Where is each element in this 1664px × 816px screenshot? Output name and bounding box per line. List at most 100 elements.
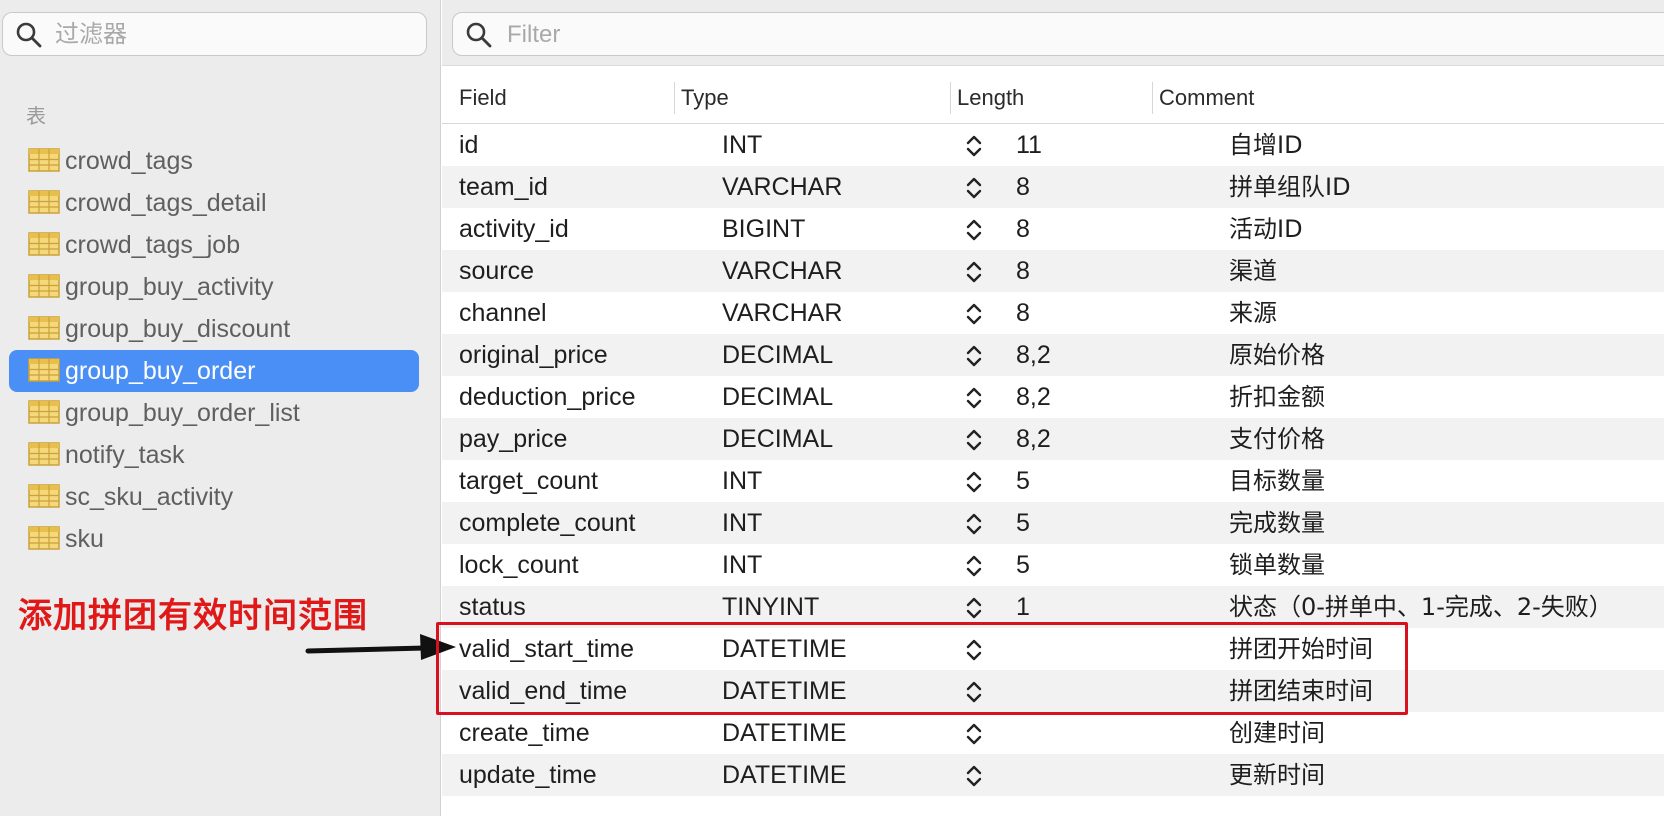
type-cell[interactable]: INT bbox=[722, 544, 762, 586]
type-cell[interactable]: DATETIME bbox=[722, 712, 847, 754]
table-row[interactable]: channel VARCHAR 8 来源 bbox=[442, 292, 1664, 334]
sidebar-table-item[interactable]: sc_sku_activity bbox=[9, 476, 419, 518]
field-name-cell[interactable]: activity_id bbox=[459, 208, 569, 250]
type-select-chevrons-icon[interactable] bbox=[966, 427, 982, 453]
table-row[interactable]: id INT 11 自增ID bbox=[442, 124, 1664, 166]
type-cell[interactable]: VARCHAR bbox=[722, 292, 842, 334]
comment-cell[interactable]: 创建时间 bbox=[1229, 712, 1325, 754]
sidebar-table-name: sc_sku_activity bbox=[65, 483, 234, 511]
table-row[interactable]: source VARCHAR 8 渠道 bbox=[442, 250, 1664, 292]
comment-cell[interactable]: 更新时间 bbox=[1229, 754, 1325, 796]
type-select-chevrons-icon[interactable] bbox=[966, 301, 982, 327]
comment-cell[interactable]: 渠道 bbox=[1229, 250, 1277, 292]
main-filter-field[interactable]: Filter bbox=[452, 12, 1664, 56]
type-cell[interactable]: INT bbox=[722, 460, 762, 502]
length-cell[interactable]: 5 bbox=[1016, 502, 1030, 544]
sidebar-table-item[interactable]: crowd_tags_job bbox=[9, 224, 419, 266]
type-select-chevrons-icon[interactable] bbox=[966, 763, 982, 789]
table-icon bbox=[28, 442, 60, 466]
column-divider[interactable] bbox=[674, 82, 675, 114]
type-select-chevrons-icon[interactable] bbox=[966, 259, 982, 285]
type-cell[interactable]: DECIMAL bbox=[722, 418, 833, 460]
field-name-cell[interactable]: target_count bbox=[459, 460, 598, 502]
type-cell[interactable]: INT bbox=[722, 502, 762, 544]
field-name-cell[interactable]: pay_price bbox=[459, 418, 567, 460]
field-name-cell[interactable]: lock_count bbox=[459, 544, 579, 586]
column-header-comment[interactable]: Comment bbox=[1159, 72, 1254, 124]
type-cell[interactable]: DECIMAL bbox=[722, 376, 833, 418]
field-name-cell[interactable]: complete_count bbox=[459, 502, 636, 544]
field-name-cell[interactable]: id bbox=[459, 124, 478, 166]
type-select-chevrons-icon[interactable] bbox=[966, 385, 982, 411]
comment-cell[interactable]: 目标数量 bbox=[1229, 460, 1325, 502]
type-select-chevrons-icon[interactable] bbox=[966, 553, 982, 579]
sidebar-table-item[interactable]: group_buy_discount bbox=[9, 308, 419, 350]
length-cell[interactable]: 8 bbox=[1016, 166, 1030, 208]
table-row[interactable]: original_price DECIMAL 8,2 原始价格 bbox=[442, 334, 1664, 376]
sidebar-table-item[interactable]: crowd_tags_detail bbox=[9, 182, 419, 224]
comment-cell[interactable]: 原始价格 bbox=[1229, 334, 1325, 376]
field-name-cell[interactable]: source bbox=[459, 250, 534, 292]
table-row[interactable]: deduction_price DECIMAL 8,2 折扣金额 bbox=[442, 376, 1664, 418]
sidebar-table-item[interactable]: notify_task bbox=[9, 434, 419, 476]
comment-cell[interactable]: 折扣金额 bbox=[1229, 376, 1325, 418]
sidebar-table-item[interactable]: group_buy_order_list bbox=[9, 392, 419, 434]
field-name-cell[interactable]: create_time bbox=[459, 712, 590, 754]
type-cell[interactable]: DECIMAL bbox=[722, 334, 833, 376]
column-divider[interactable] bbox=[950, 82, 951, 114]
table-row[interactable]: complete_count INT 5 完成数量 bbox=[442, 502, 1664, 544]
search-icon bbox=[466, 22, 492, 48]
comment-cell[interactable]: 支付价格 bbox=[1229, 418, 1325, 460]
length-cell[interactable]: 5 bbox=[1016, 460, 1030, 502]
field-name-cell[interactable]: team_id bbox=[459, 166, 548, 208]
length-cell[interactable]: 5 bbox=[1016, 544, 1030, 586]
type-cell[interactable]: INT bbox=[722, 124, 762, 166]
comment-cell[interactable]: 锁单数量 bbox=[1229, 544, 1325, 586]
table-row[interactable]: update_time DATETIME 更新时间 bbox=[442, 754, 1664, 796]
type-select-chevrons-icon[interactable] bbox=[966, 217, 982, 243]
type-select-chevrons-icon[interactable] bbox=[966, 511, 982, 537]
table-row[interactable]: create_time DATETIME 创建时间 bbox=[442, 712, 1664, 754]
column-header-field[interactable]: Field bbox=[459, 72, 507, 124]
column-header-type[interactable]: Type bbox=[681, 72, 729, 124]
length-cell[interactable]: 8 bbox=[1016, 208, 1030, 250]
field-name-cell[interactable]: channel bbox=[459, 292, 547, 334]
table-icon bbox=[28, 148, 60, 172]
field-name-cell[interactable]: deduction_price bbox=[459, 376, 636, 418]
type-cell[interactable]: DATETIME bbox=[722, 754, 847, 796]
table-row[interactable]: pay_price DECIMAL 8,2 支付价格 bbox=[442, 418, 1664, 460]
length-cell[interactable]: 8,2 bbox=[1016, 376, 1051, 418]
type-cell[interactable]: VARCHAR bbox=[722, 166, 842, 208]
comment-cell[interactable]: 自增ID bbox=[1229, 124, 1303, 166]
table-row[interactable]: activity_id BIGINT 8 活动ID bbox=[442, 208, 1664, 250]
length-cell[interactable]: 8 bbox=[1016, 250, 1030, 292]
type-cell[interactable]: VARCHAR bbox=[722, 250, 842, 292]
sidebar-filter-field[interactable]: 过滤器 bbox=[2, 12, 427, 56]
field-name-cell[interactable]: update_time bbox=[459, 754, 597, 796]
column-header-length[interactable]: Length bbox=[957, 72, 1024, 124]
type-cell[interactable]: BIGINT bbox=[722, 208, 805, 250]
table-row[interactable]: lock_count INT 5 锁单数量 bbox=[442, 544, 1664, 586]
comment-cell[interactable]: 拼单组队ID bbox=[1229, 166, 1351, 208]
comment-cell[interactable]: 活动ID bbox=[1229, 208, 1303, 250]
sidebar-table-item[interactable]: crowd_tags bbox=[9, 140, 419, 182]
length-cell[interactable]: 8 bbox=[1016, 292, 1030, 334]
type-select-chevrons-icon[interactable] bbox=[966, 469, 982, 495]
type-select-chevrons-icon[interactable] bbox=[966, 721, 982, 747]
type-select-chevrons-icon[interactable] bbox=[966, 343, 982, 369]
length-cell[interactable]: 8,2 bbox=[1016, 334, 1051, 376]
type-select-chevrons-icon[interactable] bbox=[966, 133, 982, 159]
sidebar-table-item[interactable]: group_buy_order bbox=[9, 350, 419, 392]
length-cell[interactable]: 11 bbox=[1016, 124, 1042, 166]
type-select-chevrons-icon[interactable] bbox=[966, 175, 982, 201]
comment-cell[interactable]: 来源 bbox=[1229, 292, 1277, 334]
field-name-cell[interactable]: original_price bbox=[459, 334, 608, 376]
sidebar-table-item[interactable]: sku bbox=[9, 518, 419, 560]
table-row[interactable]: target_count INT 5 目标数量 bbox=[442, 460, 1664, 502]
length-cell[interactable]: 8,2 bbox=[1016, 418, 1051, 460]
type-select-chevrons-icon[interactable] bbox=[966, 595, 982, 621]
column-divider[interactable] bbox=[1152, 82, 1153, 114]
comment-cell[interactable]: 完成数量 bbox=[1229, 502, 1325, 544]
sidebar-table-item[interactable]: group_buy_activity bbox=[9, 266, 419, 308]
table-row[interactable]: team_id VARCHAR 8 拼单组队ID bbox=[442, 166, 1664, 208]
